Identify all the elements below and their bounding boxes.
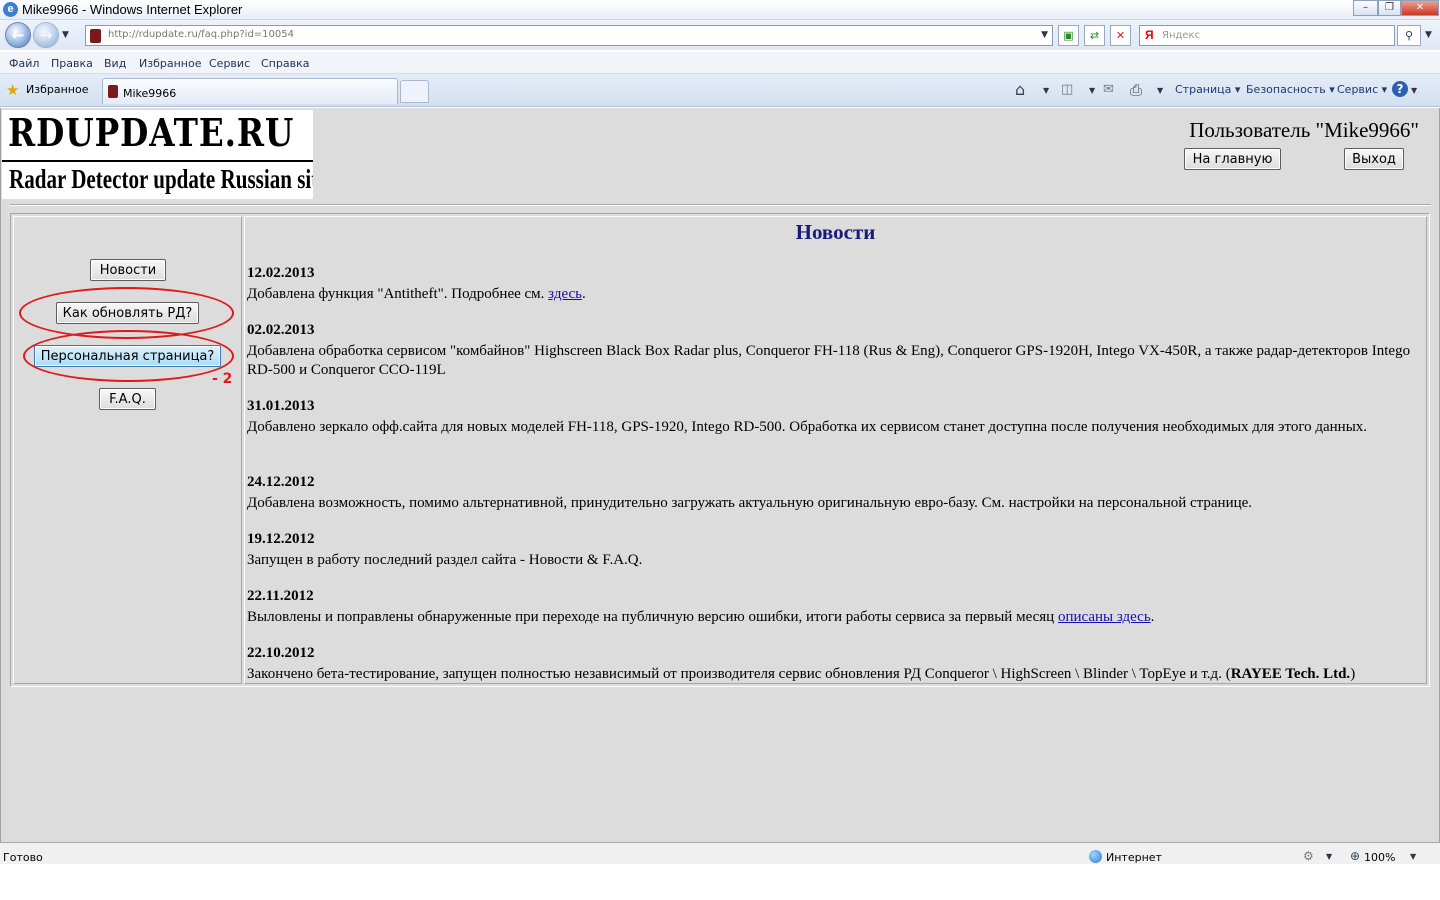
menu-file[interactable]: Файл bbox=[9, 57, 39, 70]
ie-logo-icon: e bbox=[3, 2, 18, 17]
window-title-bar: e Mike9966 - Windows Internet Explorer –… bbox=[0, 0, 1440, 20]
header-divider bbox=[10, 204, 1431, 206]
logo-subtitle: Radar Detector update Russian site bbox=[9, 164, 313, 194]
help-dropdown-icon[interactable]: ▼ bbox=[1411, 86, 1417, 95]
news-text: Добавлена функция "Antitheft". Подробнее… bbox=[247, 286, 586, 302]
compatibility-icon[interactable]: ▣ bbox=[1058, 25, 1079, 46]
page-menu[interactable]: Страница ▾ bbox=[1175, 83, 1240, 96]
menu-tools[interactable]: Сервис bbox=[209, 57, 250, 70]
news-date: 12.02.2013 bbox=[247, 265, 315, 281]
site-logo[interactable]: RDUPDATE.RU Radar Detector update Russia… bbox=[2, 110, 313, 199]
favorites-button[interactable]: Избранное bbox=[26, 83, 88, 96]
minimize-icon[interactable]: – bbox=[1353, 0, 1378, 16]
window-title: Mike9966 - Windows Internet Explorer bbox=[22, 2, 243, 17]
news-date: 24.12.2012 bbox=[247, 474, 315, 490]
internet-zone-icon bbox=[1089, 850, 1102, 863]
user-greeting: Пользователь "Mike9966" bbox=[1189, 118, 1419, 142]
search-placeholder: Яндекс bbox=[1162, 30, 1201, 41]
tab-title: Mike9966 bbox=[123, 87, 177, 100]
menu-view[interactable]: Вид bbox=[104, 57, 126, 70]
yandex-logo-icon: Я bbox=[1145, 28, 1154, 42]
address-text: http://rdupdate.ru/faq.php?id=10054 bbox=[108, 29, 294, 40]
stop-icon[interactable]: ✕ bbox=[1110, 25, 1131, 46]
protected-mode-icon[interactable]: ⚙ bbox=[1303, 849, 1314, 863]
sidebar-news-button[interactable]: Новости bbox=[90, 259, 166, 281]
home-icon[interactable]: ⌂ bbox=[1015, 80, 1025, 99]
menu-favorites[interactable]: Избранное bbox=[139, 57, 201, 70]
back-icon[interactable]: ← bbox=[5, 22, 31, 48]
zoom-icon[interactable]: ⊕ bbox=[1350, 849, 1360, 863]
search-icon[interactable]: ⚲ bbox=[1397, 25, 1421, 46]
mail-icon[interactable]: ✉ bbox=[1103, 82, 1114, 97]
tab-favicon-icon bbox=[108, 85, 118, 98]
site-favicon-icon bbox=[90, 29, 101, 43]
menu-bar: Файл Правка Вид Избранное Сервис Справка bbox=[0, 52, 1440, 74]
refresh-icon[interactable]: ⇄ bbox=[1084, 25, 1105, 46]
news-date: 22.10.2012 bbox=[247, 645, 315, 661]
tools-menu[interactable]: Сервис ▾ bbox=[1337, 83, 1387, 96]
news-link-here[interactable]: здесь bbox=[548, 286, 582, 302]
logo-divider bbox=[2, 160, 313, 162]
home-button[interactable]: На главную bbox=[1184, 148, 1281, 170]
history-dropdown-icon[interactable]: ▼ bbox=[62, 30, 69, 40]
zoom-dropdown-icon[interactable]: ▼ bbox=[1410, 852, 1416, 861]
help-icon[interactable]: ? bbox=[1392, 81, 1408, 97]
search-options-icon[interactable]: ▼ bbox=[1425, 30, 1432, 40]
news-text: Добавлена возможность, помимо альтернати… bbox=[247, 495, 1253, 511]
news-date: 31.01.2013 bbox=[247, 398, 315, 414]
security-zone[interactable]: Интернет bbox=[1106, 851, 1162, 864]
print-dropdown-icon[interactable]: ▼ bbox=[1157, 86, 1163, 95]
news-text: Запущен в работу последний раздел сайта … bbox=[247, 552, 643, 568]
forward-icon[interactable]: → bbox=[33, 22, 59, 48]
news-date: 22.11.2012 bbox=[247, 588, 314, 604]
print-icon[interactable]: ⎙ bbox=[1130, 81, 1142, 99]
menu-help[interactable]: Справка bbox=[261, 57, 309, 70]
news-text: Добавлена обработка сервисом "комбайнов"… bbox=[247, 343, 1411, 378]
address-input[interactable]: http://rdupdate.ru/faq.php?id=10054 ▼ bbox=[85, 25, 1053, 46]
zoom-level[interactable]: 100% bbox=[1364, 851, 1395, 864]
menu-edit[interactable]: Правка bbox=[51, 57, 93, 70]
rss-dropdown-icon[interactable]: ▼ bbox=[1089, 86, 1095, 95]
news-date: 02.02.2013 bbox=[247, 322, 315, 338]
news-text: Закончено бета-тестирование, запущен пол… bbox=[247, 666, 1356, 682]
status-text: Готово bbox=[3, 851, 43, 864]
home-dropdown-icon[interactable]: ▼ bbox=[1043, 86, 1049, 95]
favorites-star-icon[interactable]: ★ bbox=[6, 81, 19, 99]
news-link-described-here[interactable]: описаны здесь bbox=[1058, 609, 1151, 625]
new-tab-button[interactable] bbox=[400, 80, 429, 103]
address-dropdown-icon[interactable]: ▼ bbox=[1041, 30, 1048, 40]
close-window-icon[interactable]: ✕ bbox=[1401, 0, 1439, 16]
protected-dropdown-icon[interactable]: ▼ bbox=[1326, 852, 1332, 861]
maximize-icon[interactable]: ❐ bbox=[1378, 0, 1401, 16]
safety-menu[interactable]: Безопасность ▾ bbox=[1246, 83, 1335, 96]
tab-mike9966[interactable]: Mike9966 bbox=[102, 78, 398, 104]
status-bar: Готово Интернет ⚙ ▼ ⊕ 100% ▼ bbox=[0, 842, 1440, 864]
logout-button[interactable]: Выход bbox=[1344, 148, 1404, 170]
search-input[interactable]: Я Яндекс bbox=[1139, 25, 1395, 46]
logo-title: RDUPDATE.RU bbox=[8, 110, 295, 155]
news-text: Выловлены и поправлены обнаруженные при … bbox=[247, 609, 1155, 625]
annotation-label: - 2 bbox=[212, 371, 233, 387]
annotation-ellipse-2 bbox=[23, 330, 234, 382]
sidebar-faq-button[interactable]: F.A.Q. bbox=[99, 388, 156, 410]
news-title: Новости bbox=[795, 220, 876, 244]
news-date: 19.12.2012 bbox=[247, 531, 315, 547]
news-text: Добавлено зеркало офф.сайта для новых мо… bbox=[247, 419, 1368, 435]
rss-icon[interactable]: ◫ bbox=[1061, 82, 1073, 97]
